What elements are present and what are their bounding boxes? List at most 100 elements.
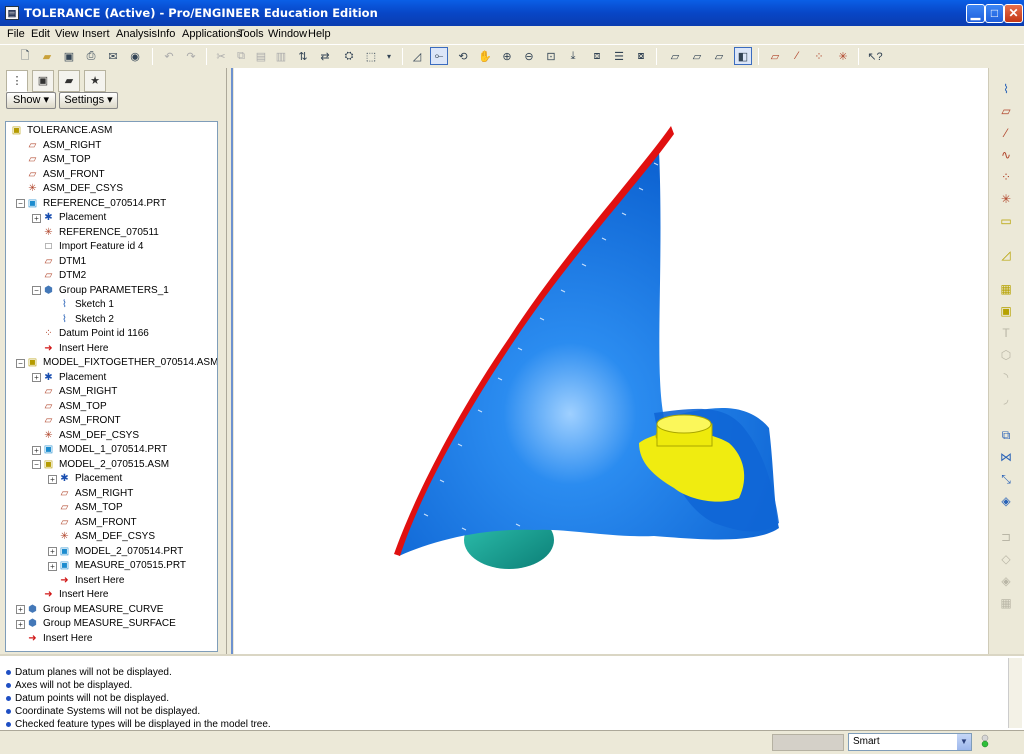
tree-expander[interactable]: − [16,358,25,368]
tree-item[interactable]: ⬢ Group MEASURE_CURVE [26,603,163,617]
offset-tool-icon[interactable]: ◈ [997,572,1015,590]
tree-expander[interactable]: + [48,547,57,556]
tree-item[interactable]: ▱ DTM2 [42,269,87,283]
menu-applications[interactable]: Applications [182,28,241,40]
tab-model-tree[interactable]: ⋮ [6,70,28,92]
model-tree[interactable]: ▣ TOLERANCE.ASM ▱ ASM_RIGHT ▱ ASM_TOP ▱ ASM_FRO… [5,121,218,652]
menu-file[interactable]: File [7,28,25,40]
trim-tool-icon[interactable]: ⊐ [997,528,1015,546]
tree-item[interactable]: ▱ DTM1 [42,255,87,269]
new-file-icon[interactable]: 🗋 [16,47,34,65]
csys-tool-icon[interactable]: ✳ [997,190,1015,208]
tree-item[interactable]: ▣ MODEL_2_070515.ASM [42,458,169,472]
show-button[interactable]: Show ▾ [6,92,56,109]
tree-expander[interactable]: + [32,213,41,223]
tree-item[interactable]: ➜ Insert Here [42,342,108,356]
tree-expander[interactable]: − [16,199,25,208]
no-hidden-icon[interactable]: ▱ [710,47,728,65]
selection-box-icon[interactable]: ⬚ [362,47,380,65]
hidden-line-icon[interactable]: ▱ [688,47,706,65]
tree-item[interactable]: ▣ MODEL_1_070514.PRT [42,443,167,457]
menu-help[interactable]: Help [308,28,331,40]
saved-views-icon[interactable]: ⧈ [588,47,606,65]
tree-item[interactable]: ✱ Placement [58,472,122,486]
wireframe-icon[interactable]: ▱ [666,47,684,65]
tree-expander[interactable]: − [32,286,41,295]
panel-splitter[interactable] [226,68,234,654]
shell-tool-icon[interactable]: ⬡ [997,346,1015,364]
find-icon[interactable]: ⛭ [340,47,358,65]
close-button[interactable]: ✕ [1004,4,1023,23]
hole-tool-icon[interactable]: T [997,324,1015,342]
send-mail-icon[interactable]: ✉ [104,47,122,65]
tree-item[interactable]: ▱ ASM_FRONT [42,414,121,428]
maximize-button[interactable]: □ [985,4,1004,23]
tree-item[interactable]: ➜ Insert Here [58,574,124,588]
tree-item[interactable]: ▣ TOLERANCE.ASM [10,124,113,138]
menu-info[interactable]: Info [157,28,175,40]
copy-icon[interactable]: ⧉ [232,47,250,65]
refit-icon[interactable]: ⊡ [542,47,560,65]
csys-display-icon[interactable]: ✳ [834,47,852,65]
tree-item[interactable]: ➜ Insert Here [42,588,108,602]
copy-feature-icon[interactable]: ⧉ [997,426,1015,444]
tree-item[interactable]: ⌇ Sketch 2 [58,313,114,327]
tree-item[interactable]: ⬢ Group PARAMETERS_1 [42,284,169,298]
undo-icon[interactable]: ↶ [160,47,178,65]
tree-expander[interactable]: + [48,474,57,484]
tab-folder-browser[interactable]: ▰ [58,70,80,92]
graphics-window[interactable] [234,68,988,654]
extend-tool-icon[interactable]: ◇ [997,550,1015,568]
tree-expander[interactable]: + [48,561,57,571]
datum-curve-tool-icon[interactable]: ∿ [997,146,1015,164]
context-help-icon[interactable]: ↖? [866,47,884,65]
save-icon[interactable]: ▣ [60,47,78,65]
chevron-down-icon[interactable]: ▾ [380,47,398,65]
menu-edit[interactable]: Edit [31,28,50,40]
view-manager-icon[interactable]: ⧇ [632,47,650,65]
orient-mode-icon[interactable]: ⟲ [454,47,472,65]
menu-tools[interactable]: Tools [238,28,264,40]
tree-item[interactable]: ⌇ Sketch 1 [58,298,114,312]
datum-plane-tool-icon[interactable]: ▱ [997,102,1015,120]
tree-expander[interactable]: + [32,445,41,455]
paste-icon[interactable]: ▤ [252,47,270,65]
cut-icon[interactable]: ✂ [212,47,230,65]
datum-axis-display-icon[interactable]: ⁄ [788,47,806,65]
datum-axis-tool-icon[interactable]: ⁄ [997,124,1015,142]
round-tool-icon[interactable]: ◝ [997,368,1015,386]
pan-hand-icon[interactable]: ✋ [476,47,494,65]
zoom-out-icon[interactable]: ⊖ [520,47,538,65]
create-component-icon[interactable]: ▣ [997,302,1015,320]
tree-item[interactable]: □ Import Feature id 4 [42,240,143,254]
tree-item[interactable]: ▱ ASM_RIGHT [42,385,118,399]
tree-item[interactable]: ▱ ASM_TOP [42,400,107,414]
tree-item[interactable]: ⬢ Group MEASURE_SURFACE [26,617,176,631]
insert-component-icon[interactable]: ▦ [997,280,1015,298]
tree-item[interactable]: ⁘ Datum Point id 1166 [42,327,149,341]
tab-layers[interactable]: ▣ [32,70,54,92]
move-tool-icon[interactable]: ⤡ [997,470,1015,488]
mail-attach-icon[interactable]: ◉ [126,47,144,65]
regen-manager-icon[interactable]: ⇄ [316,47,334,65]
title-bar[interactable]: ▤ TOLERANCE (Active) - Pro/ENGINEER Educ… [0,0,1024,26]
print-icon[interactable]: ⎙ [82,47,100,65]
chamfer-tool-icon[interactable]: ◞ [997,390,1015,408]
reorient-icon[interactable]: ⤓ [564,47,582,65]
tree-item[interactable]: ✳ ASM_DEF_CSYS [26,182,123,196]
app-icon[interactable]: ▤ [5,6,19,20]
minimize-button[interactable]: ▁ [966,4,985,23]
shading-icon[interactable]: ◧ [734,47,752,65]
menu-analysis[interactable]: Analysis [116,28,157,40]
analysis-feature-icon[interactable]: ▭ [997,212,1015,230]
datum-point-tool-icon[interactable]: ⁘ [997,168,1015,186]
tree-item[interactable]: ▣ MODEL_2_070514.PRT [58,545,183,559]
mirror-tool-icon[interactable]: ⋈ [997,448,1015,466]
menu-insert[interactable]: Insert [82,28,110,40]
layers-icon[interactable]: ☰ [610,47,628,65]
redo-icon[interactable]: ↷ [182,47,200,65]
tab-favorites[interactable]: ★ [84,70,106,92]
repaint-icon[interactable]: ◿ [408,47,426,65]
datum-point-display-icon[interactable]: ⁘ [810,47,828,65]
sketch-plane-icon[interactable]: ⌇ [997,80,1015,98]
